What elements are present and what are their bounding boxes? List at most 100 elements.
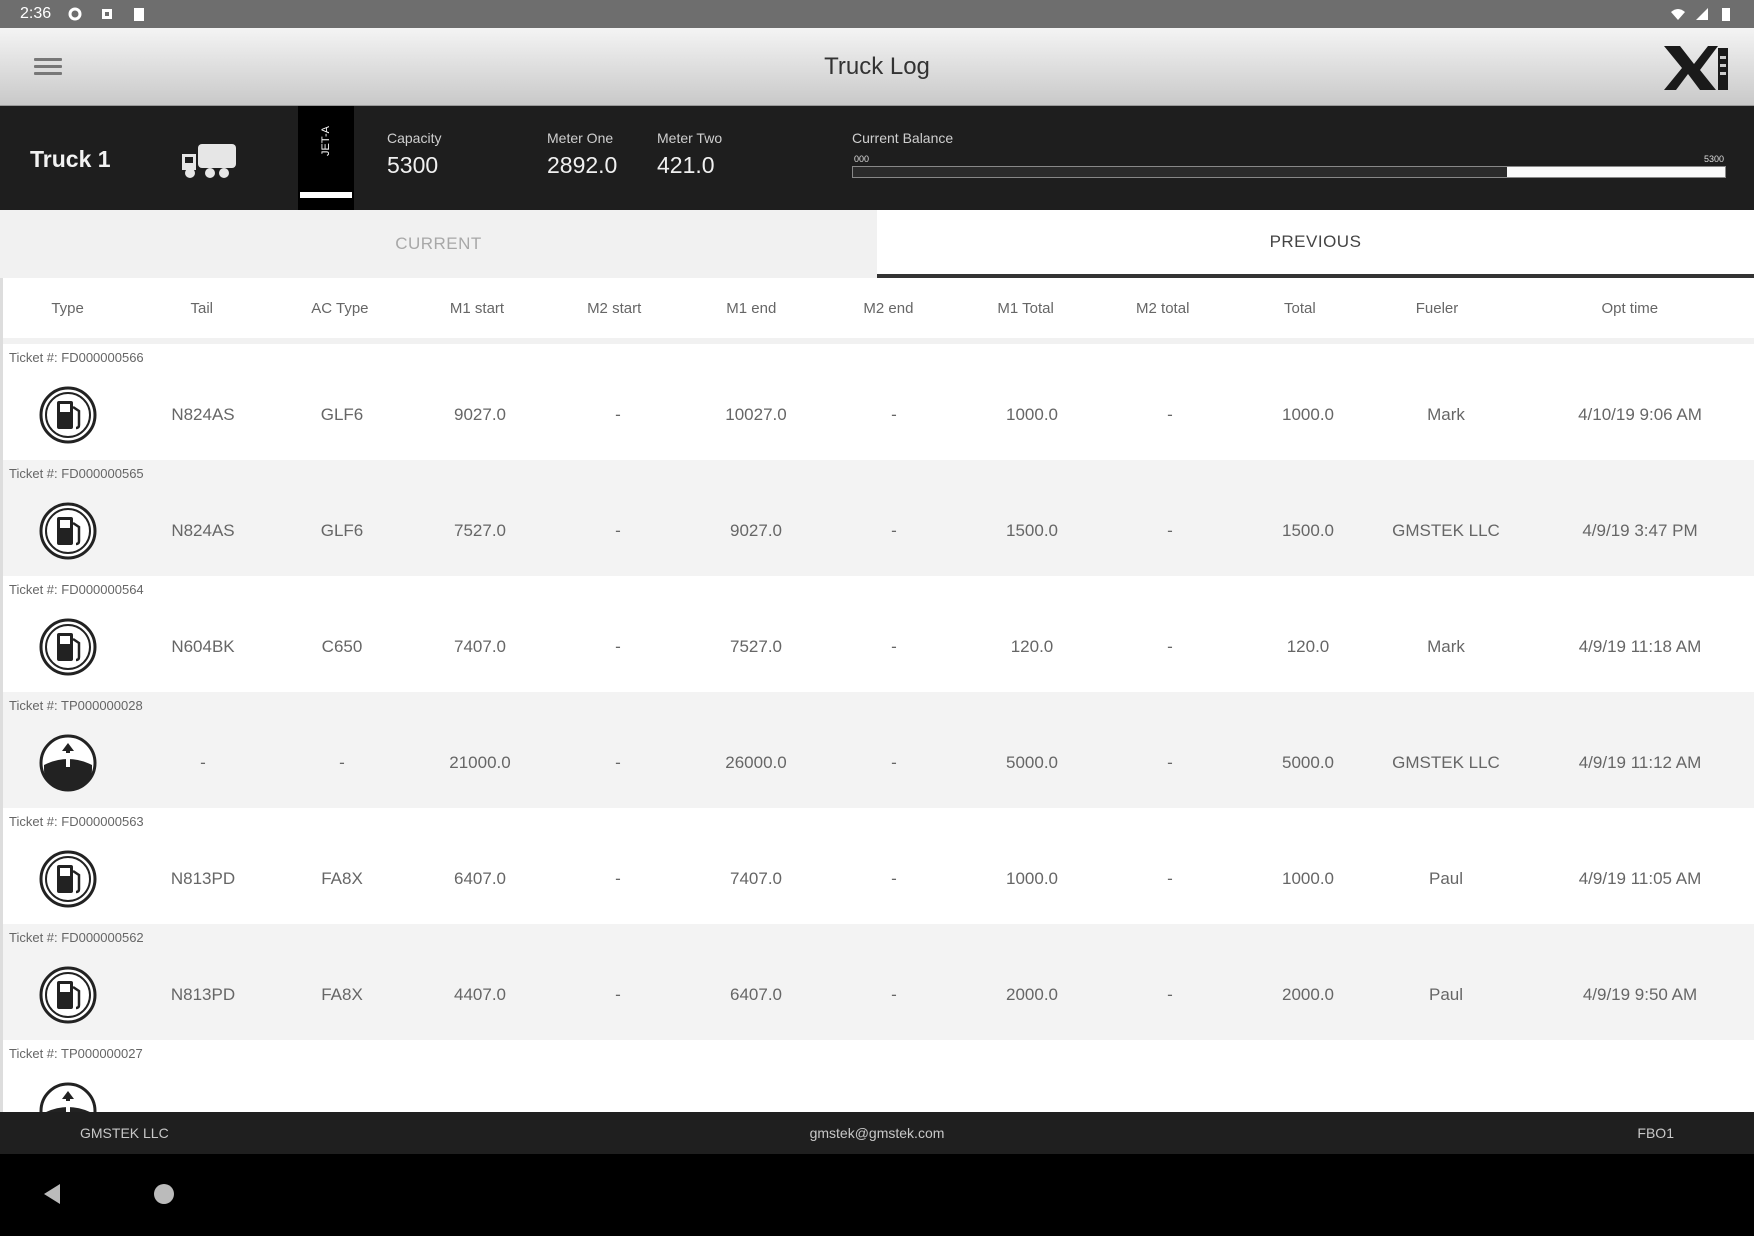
- cell-m1-start: 9027.0: [454, 405, 506, 424]
- page-title: Truck Log: [824, 52, 930, 80]
- cell-m1-start: 4407.0: [454, 985, 506, 1004]
- cell-m1-end: 26000.0: [725, 753, 787, 772]
- column-header-ac-type: AC Type: [311, 299, 369, 317]
- cell-ac-type: GLF6: [320, 521, 364, 540]
- cell-m1-end: 9027.0: [730, 521, 782, 540]
- table-row[interactable]: Ticket #: FD000000565 N824AS GLF6 7527.0 - 90…: [3, 460, 1754, 576]
- balance-track: [852, 166, 1726, 178]
- table-row[interactable]: Ticket #: FD000000566 N824AS GLF6 9027.0 - 10…: [3, 344, 1754, 460]
- footer-email: gmstek@gmstek.com: [809, 1125, 945, 1141]
- fuel-pump-icon: [3, 965, 133, 1025]
- cell-m1-total: 120.0: [1010, 637, 1054, 656]
- capacity-metric: Capacity 5300: [387, 130, 441, 179]
- cell-ac-type: FA8X: [321, 985, 363, 1004]
- row-cells: - - 21000.0 - 26000.0 - 5000.0 - 5000.0 GMSTEK LL…: [3, 718, 1754, 808]
- column-header-m2-end: M2 end: [863, 299, 914, 317]
- cell-m2-end: -: [891, 869, 897, 888]
- cell-m1-start: 7527.0: [454, 521, 506, 540]
- ticket-number: Ticket #: FD000000563: [9, 814, 144, 829]
- ticket-number: Ticket #: FD000000566: [9, 350, 144, 365]
- cell-m2-start: -: [615, 869, 621, 888]
- clipboard-icon: [134, 8, 145, 21]
- cell-m1-end: 10027.0: [725, 405, 787, 424]
- cell-opt-time: 4/9/19 3:47 PM: [1582, 521, 1698, 540]
- status-time: 2:36: [20, 5, 52, 22]
- table-row[interactable]: Ticket #: TP000000028 - - 21000.0 - 26000.0 - 5…: [3, 692, 1754, 808]
- signal-icon: [1696, 8, 1708, 20]
- cell-m2-start: -: [615, 985, 621, 1004]
- column-header-m1-start: M1 start: [449, 299, 505, 317]
- home-icon[interactable]: [154, 1184, 174, 1204]
- settings-icon: [68, 7, 82, 21]
- cell-m1-start: 7407.0: [454, 637, 506, 656]
- tab-previous[interactable]: PREVIOUS: [877, 210, 1754, 278]
- balance-min: 000: [854, 154, 870, 164]
- column-header-m2-total: M2 total: [1136, 299, 1190, 317]
- cell-total: 5000.0: [1282, 753, 1334, 772]
- meter-one-metric: Meter One 2892.0: [547, 130, 617, 179]
- app-bar: Truck Log: [0, 28, 1754, 106]
- cell-ac-type: -: [339, 753, 345, 772]
- cell-opt-time: 4/10/19 9:06 AM: [1578, 405, 1702, 424]
- cell-fueler: GMSTEK LLC: [1392, 521, 1500, 540]
- cell-fueler: Mark: [1427, 405, 1465, 424]
- row-cells: N604BK C650 7407.0 - 7527.0 - 120.0 - 120.0 Mark 4…: [3, 602, 1754, 692]
- truck-info-bar: Truck 1 JET-A Capacity 5300 Meter One 28…: [0, 106, 1754, 210]
- cell-m2-end: -: [891, 521, 897, 540]
- truck-name: Truck 1: [30, 146, 111, 172]
- cell-m2-total: -: [1167, 405, 1173, 424]
- cell-tail: -: [200, 753, 206, 772]
- cell-m2-start: -: [615, 753, 621, 772]
- cell-tail: N813PD: [170, 985, 236, 1004]
- fuel-type-label: JET-A: [320, 126, 332, 156]
- cell-m2-start: -: [615, 405, 621, 424]
- cell-m2-end: -: [891, 405, 897, 424]
- cell-ac-type: GLF6: [320, 405, 364, 424]
- android-nav-bar: [0, 1154, 1754, 1236]
- back-icon[interactable]: [44, 1184, 60, 1204]
- column-header-m1-total: M1 Total: [997, 299, 1054, 317]
- battery-icon: [1722, 8, 1730, 21]
- cell-total: 1500.0: [1282, 521, 1334, 540]
- cell-fueler: Mark: [1427, 637, 1465, 656]
- footer: GMSTEK LLC gmstek@gmstek.com FBO1: [0, 1112, 1754, 1154]
- table-header: Type Tail AC Type M1 start M2 start M1 e…: [3, 278, 1754, 344]
- fuel-pump-icon: [3, 617, 133, 677]
- cell-opt-time: 4/9/19 11:12 AM: [1578, 753, 1702, 772]
- cell-m2-start: -: [615, 637, 621, 656]
- table-row[interactable]: Ticket #: FD000000563 N813PD FA8X 6407.0 - 74…: [3, 808, 1754, 924]
- tank-fill-icon: [3, 1081, 133, 1112]
- hamburger-menu-icon[interactable]: [34, 54, 62, 78]
- table-row[interactable]: Ticket #: FD000000562 N813PD FA8X 4407.0 - 64…: [3, 924, 1754, 1040]
- row-cells: N824AS GLF6 7527.0 - 9027.0 - 1500.0 - 1500.0 GMS…: [3, 486, 1754, 576]
- balance-fill: [1507, 167, 1725, 177]
- fuel-type-tab[interactable]: JET-A: [298, 106, 354, 210]
- cell-fueler: GMSTEK LLC: [1392, 753, 1500, 772]
- table-row[interactable]: Ticket #: TP000000027: [3, 1040, 1754, 1112]
- cell-tail: N604BK: [171, 637, 235, 656]
- meter-one-value: 2892.0: [547, 152, 618, 178]
- wifi-icon: [1671, 9, 1685, 20]
- cell-total: 1000.0: [1282, 405, 1334, 424]
- notification-icon: [102, 9, 113, 19]
- column-header-type: Type: [51, 299, 84, 317]
- truck-log-table[interactable]: Type Tail AC Type M1 start M2 start M1 e…: [0, 278, 1754, 1112]
- ticket-number: Ticket #: FD000000564: [9, 582, 144, 597]
- cell-total: 2000.0: [1282, 985, 1334, 1004]
- cell-opt-time: 4/9/19 11:05 AM: [1578, 869, 1702, 888]
- fuel-pump-icon: [3, 849, 133, 909]
- fuel-truck-icon: [182, 144, 236, 178]
- ticket-number: Ticket #: FD000000565: [9, 466, 144, 481]
- column-header-m2-start: M2 start: [587, 299, 642, 317]
- ticket-number: Ticket #: TP000000028: [9, 698, 143, 713]
- meter-two-metric: Meter Two 421.0: [657, 130, 722, 179]
- cell-m1-total: 1500.0: [1006, 521, 1058, 540]
- table-row[interactable]: Ticket #: FD000000564 N604BK C650 7407.0 - 75…: [3, 576, 1754, 692]
- tab-indicator: [300, 192, 352, 198]
- tab-current[interactable]: CURRENT: [0, 210, 877, 278]
- cell-tail: N813PD: [170, 869, 236, 888]
- cell-m2-end: -: [891, 985, 897, 1004]
- fuel-pump-icon: [3, 385, 133, 445]
- cell-m1-total: 2000.0: [1006, 985, 1058, 1004]
- column-header-fueler: Fueler: [1415, 299, 1459, 317]
